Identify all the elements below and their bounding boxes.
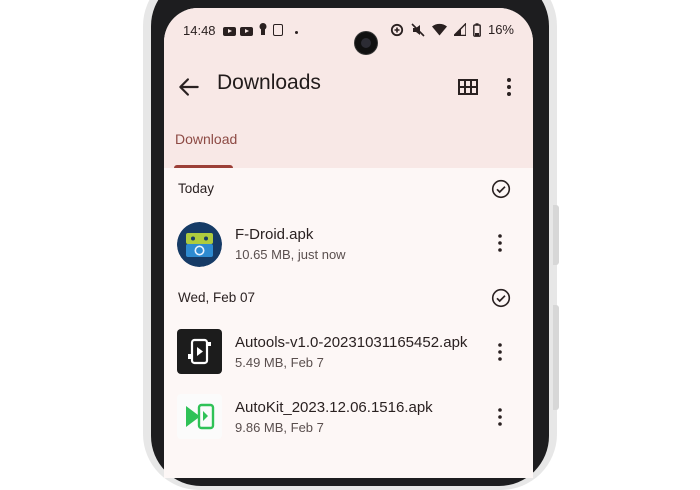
youtube-icon [223,26,236,36]
front-camera [355,32,377,54]
section-header-today: Today [178,181,215,196]
more-options-icon[interactable] [501,74,517,100]
section-header-feb-07: Wed, Feb 07 [178,290,256,305]
more-notifications-dot-icon [295,31,298,34]
file-meta: 10.65 MB, just now [235,247,346,262]
tab-indicator [174,165,233,168]
file-meta: 9.86 MB, Feb 7 [235,420,324,435]
back-arrow-icon[interactable] [176,74,202,100]
mute-icon [411,22,425,37]
status-system-icons: 16% [390,22,514,37]
data-saver-icon [390,23,404,36]
phone-side-button [553,305,559,410]
autokit-app-icon [177,394,222,439]
battery-icon [473,22,481,37]
status-notification-icons [223,22,298,36]
tab-download[interactable]: Download [175,131,237,147]
grid-view-icon[interactable] [457,76,479,98]
status-time: 14:48 [183,23,216,38]
keyhole-icon [259,23,267,35]
phone-side-button [553,205,559,265]
autools-app-icon [177,329,222,374]
fdroid-app-icon [177,222,222,267]
youtube-icon [240,26,253,36]
item-more-options-icon[interactable] [494,341,506,363]
status-bar: 14:48 16% [183,22,514,54]
item-more-options-icon[interactable] [494,232,506,254]
battery-percent: 16% [487,22,514,37]
wifi-icon [431,23,447,36]
select-all-check-icon[interactable] [491,288,511,308]
select-all-check-icon[interactable] [491,179,511,199]
file-name[interactable]: F-Droid.apk [235,226,313,243]
page-title: Downloads [217,71,321,94]
app-bar: Downloads [164,68,533,108]
file-meta: 5.49 MB, Feb 7 [235,355,324,370]
item-more-options-icon[interactable] [494,406,506,428]
phone-screen: 14:48 16% Downloads Download Today F-Dro… [164,8,533,478]
file-name[interactable]: AutoKit_2023.12.06.1516.apk [235,399,433,416]
notification-app-icon [273,24,283,36]
file-name[interactable]: Autools-v1.0-20231031165452.apk [235,334,467,351]
cell-signal-icon [453,23,466,36]
